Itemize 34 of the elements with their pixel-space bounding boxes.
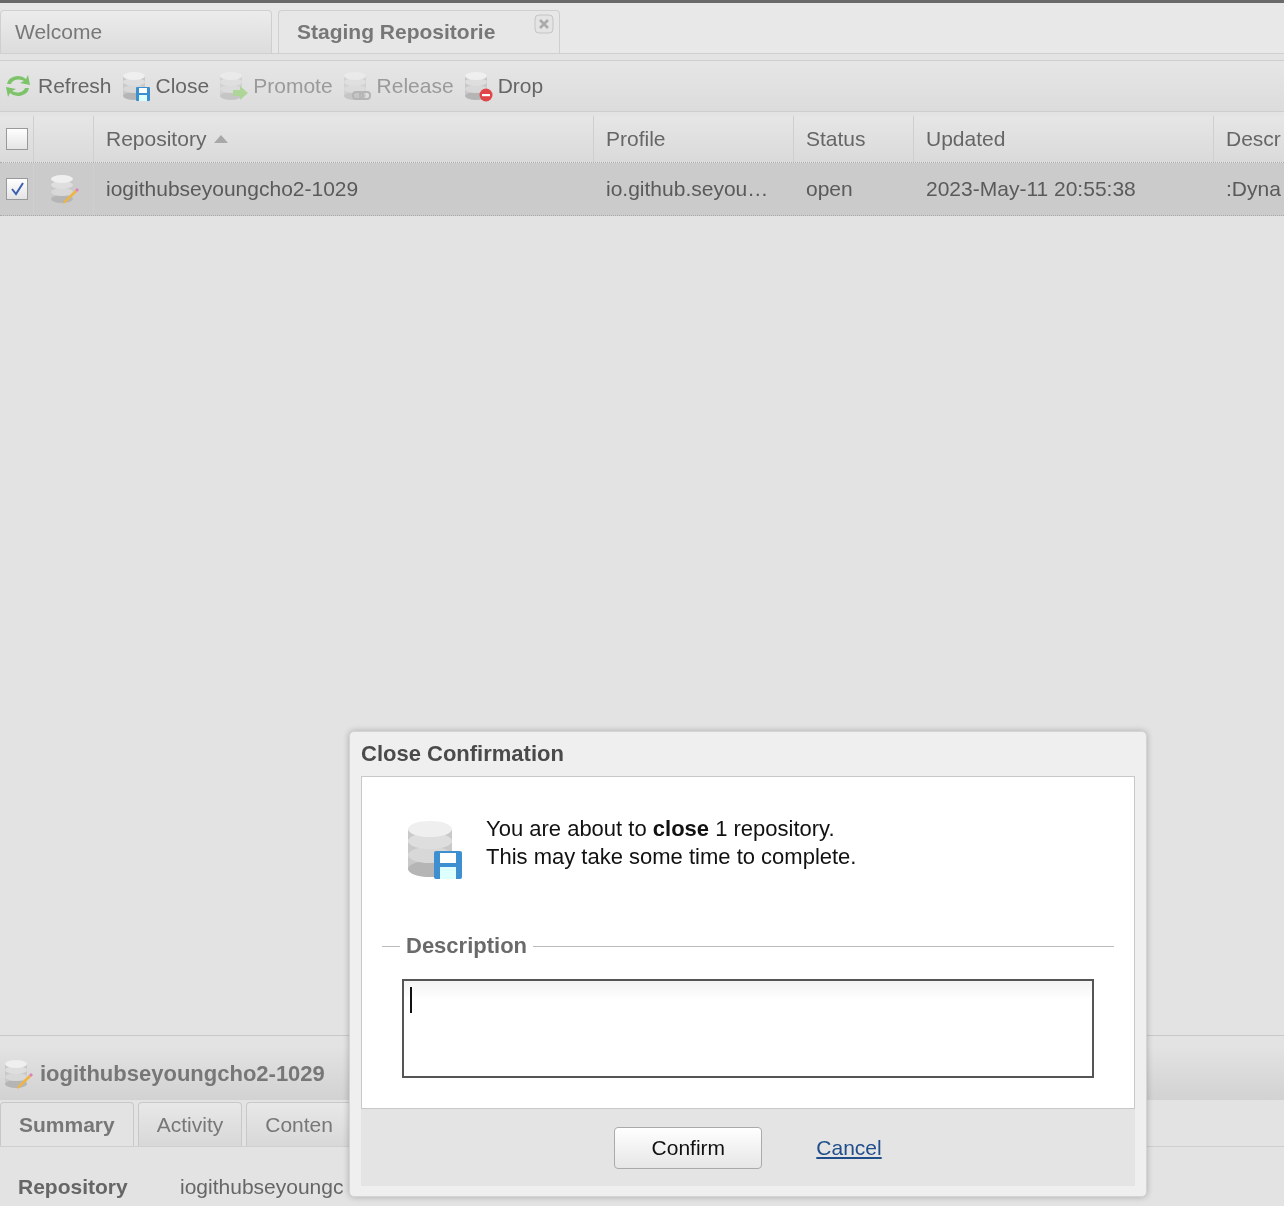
column-header[interactable]: Profile bbox=[594, 116, 794, 162]
table-cell: 2023-May-11 20:55:38 bbox=[926, 177, 1136, 201]
tab[interactable]: Welcome bbox=[0, 10, 272, 53]
toolbar-button[interactable]: Refresh bbox=[2, 70, 112, 102]
text-cursor bbox=[410, 987, 412, 1013]
cancel-link[interactable]: Cancel bbox=[816, 1135, 882, 1160]
dialog-title: Close Confirmation bbox=[361, 741, 564, 767]
row-checkbox[interactable] bbox=[5, 178, 28, 200]
select-all-checkbox[interactable] bbox=[5, 128, 28, 150]
field-value: iogithubseyoungc bbox=[180, 1175, 344, 1199]
column-header[interactable]: Descr bbox=[1214, 116, 1284, 162]
description-field[interactable] bbox=[402, 979, 1094, 1078]
tab[interactable]: Summary bbox=[0, 1102, 134, 1146]
toolbar-button[interactable]: Drop bbox=[461, 70, 544, 102]
database-pencil-icon bbox=[2, 1058, 34, 1090]
table-cell: :Dyna bbox=[1226, 177, 1281, 201]
toolbar-button[interactable]: Close bbox=[119, 70, 210, 102]
table-row[interactable]: iogithubseyoungcho2-1029 io.github.seyou… open 2023-May-11 20:55:38 :Dyna bbox=[0, 163, 1284, 216]
table-cell: open bbox=[806, 177, 853, 201]
column-header[interactable]: Repository bbox=[94, 116, 594, 162]
table-cell: io.github.seyou… bbox=[606, 177, 769, 201]
column-header[interactable]: Updated bbox=[914, 116, 1214, 162]
tab[interactable]: Activity bbox=[137, 1102, 243, 1146]
message-text: This may take some time to complete. bbox=[486, 843, 857, 871]
table-cell: iogithubseyoungcho2-1029 bbox=[106, 177, 359, 201]
panel-title: iogithubseyoungcho2-1029 bbox=[40, 1061, 325, 1087]
tab[interactable]: Staging Repositorie bbox=[278, 10, 560, 53]
fieldset-legend: Description bbox=[406, 933, 528, 959]
message-text: You are about to close 1 repository. bbox=[486, 815, 836, 843]
field-label: Repository bbox=[18, 1175, 129, 1199]
database-arrow-icon bbox=[217, 70, 250, 102]
column-header[interactable]: Status bbox=[794, 116, 914, 162]
confirm-button[interactable]: Confirm bbox=[614, 1126, 763, 1169]
tab[interactable]: Conten bbox=[246, 1102, 352, 1146]
